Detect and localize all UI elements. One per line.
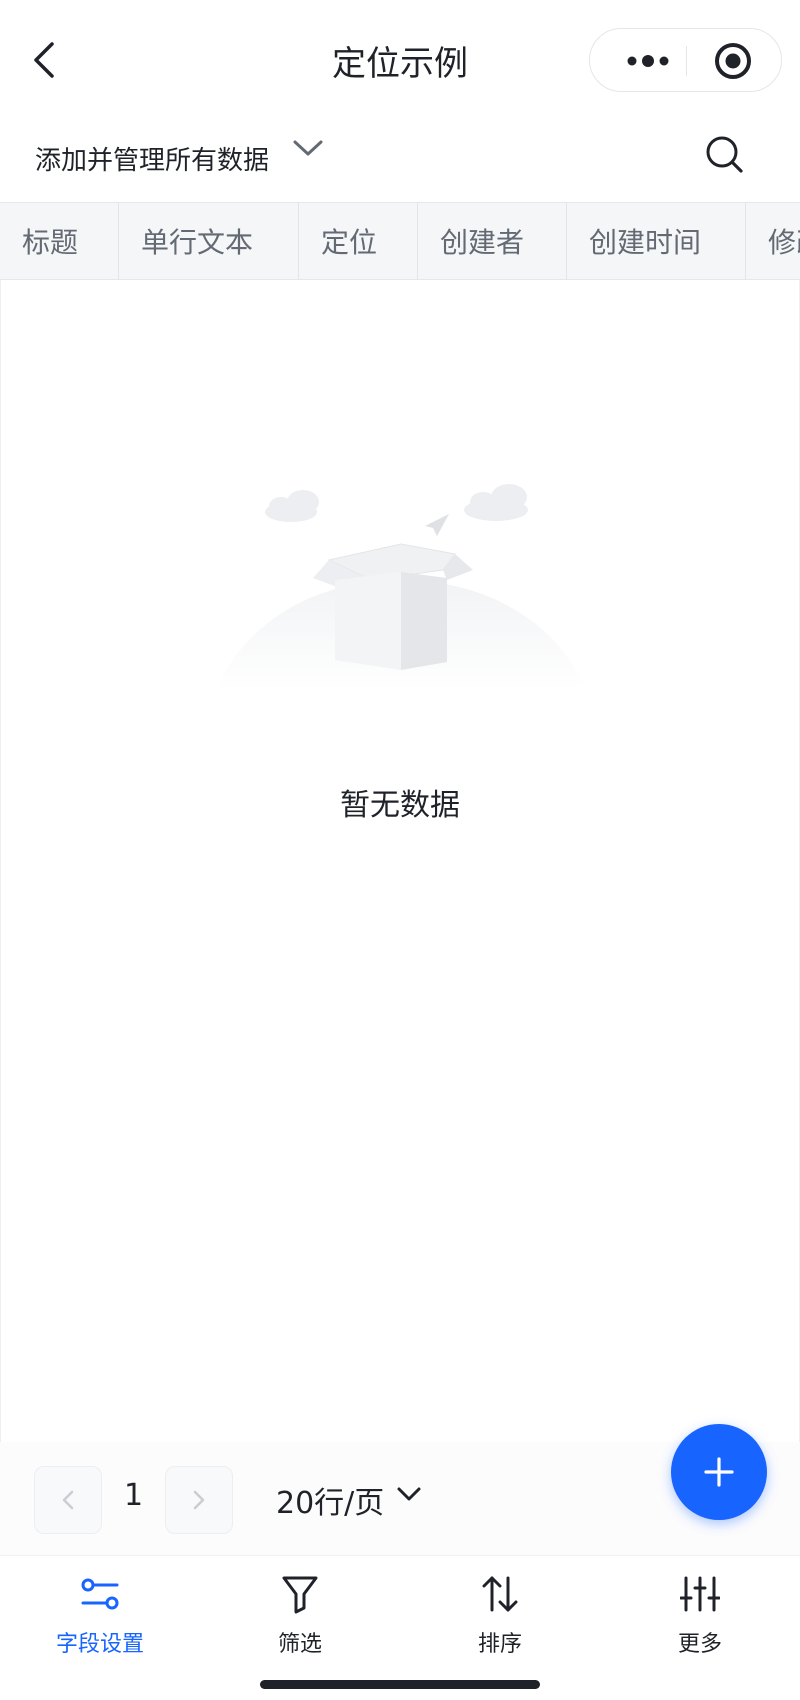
plus-icon bbox=[704, 1457, 734, 1487]
empty-box-illustration bbox=[216, 484, 586, 690]
more-dots-icon bbox=[627, 55, 669, 67]
column-header[interactable]: 创建者 bbox=[418, 203, 567, 279]
chevron-down-icon[interactable] bbox=[396, 1485, 422, 1503]
bottom-toolbar: 字段设置 筛选 排序 更多 bbox=[0, 1556, 800, 1700]
page-size-select[interactable]: 20行/页 bbox=[276, 1478, 384, 1522]
column-header[interactable]: 单行文本 bbox=[119, 203, 299, 279]
toolbar-item-field-settings[interactable]: 字段设置 bbox=[0, 1570, 200, 1670]
table-body: 暂无数据 bbox=[0, 280, 800, 1442]
sliders-icon bbox=[676, 1570, 724, 1618]
toolbar-item-filter[interactable]: 筛选 bbox=[200, 1570, 400, 1670]
sort-icon bbox=[476, 1570, 524, 1618]
current-page: 1 bbox=[124, 1478, 144, 1513]
toolbar-label: 排序 bbox=[477, 1632, 522, 1657]
column-header[interactable]: 创建时间 bbox=[567, 203, 746, 279]
column-header[interactable]: 标题 bbox=[0, 203, 119, 279]
search-icon[interactable] bbox=[704, 134, 744, 174]
toolbar-label: 更多 bbox=[677, 1632, 722, 1657]
capsule-divider bbox=[686, 46, 687, 76]
home-indicator bbox=[260, 1680, 540, 1689]
column-header[interactable]: 定位 bbox=[299, 203, 418, 279]
filter-icon bbox=[276, 1570, 324, 1618]
more-menu-button[interactable] bbox=[618, 49, 678, 73]
view-selector-row: 添加并管理所有数据 bbox=[0, 120, 800, 202]
add-record-button[interactable] bbox=[671, 1424, 767, 1520]
next-page-button[interactable] bbox=[165, 1466, 233, 1534]
chevron-right-icon bbox=[193, 1490, 205, 1510]
target-icon bbox=[715, 43, 751, 79]
empty-state-text: 暂无数据 bbox=[340, 788, 460, 823]
toolbar-item-more[interactable]: 更多 bbox=[600, 1570, 800, 1670]
column-header[interactable]: 修改 bbox=[746, 203, 800, 279]
prev-page-button[interactable] bbox=[34, 1466, 102, 1534]
close-miniprogram-button[interactable] bbox=[713, 41, 753, 81]
toolbar-label: 字段设置 bbox=[55, 1632, 144, 1657]
toolbar-item-sort[interactable]: 排序 bbox=[400, 1570, 600, 1670]
table-header: 标题 单行文本 定位 创建者 创建时间 修改 bbox=[0, 202, 800, 280]
view-selector[interactable]: 添加并管理所有数据 bbox=[35, 140, 269, 177]
toolbar-label: 筛选 bbox=[277, 1632, 322, 1657]
chevron-left-icon bbox=[62, 1490, 74, 1510]
navigation-bar: 定位示例 bbox=[0, 0, 800, 120]
miniprogram-capsule bbox=[589, 28, 782, 92]
chevron-down-icon[interactable] bbox=[292, 138, 324, 158]
field-settings-icon bbox=[76, 1570, 124, 1618]
